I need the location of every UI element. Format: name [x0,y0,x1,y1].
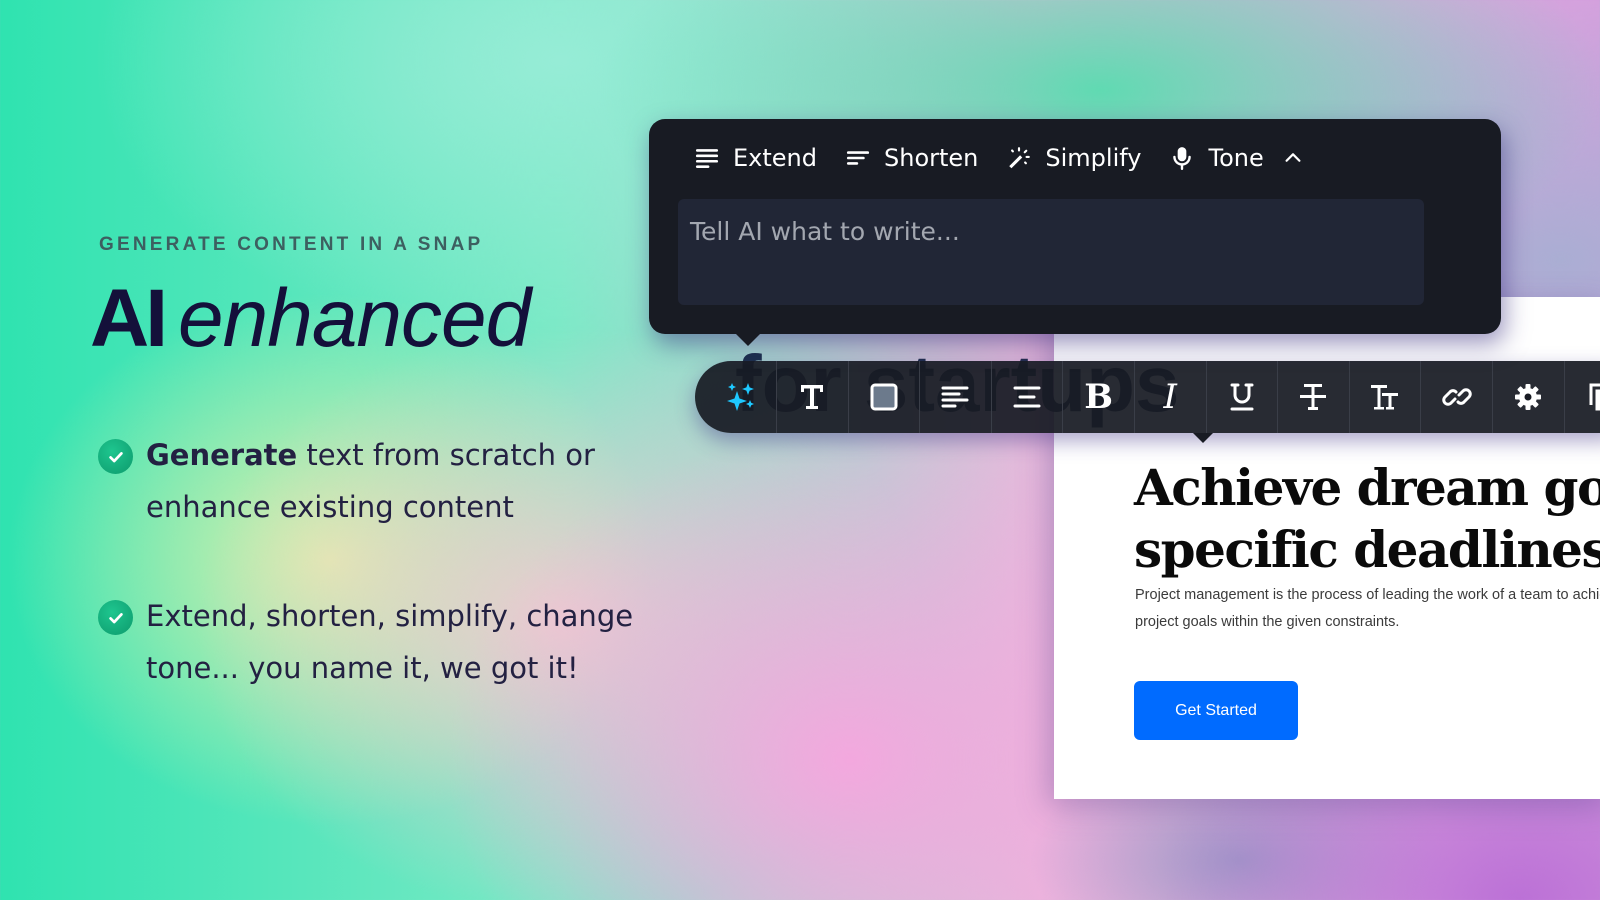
feature-text: Generate text from scratch or enhance ex… [146,429,646,533]
headline-strong: AI [90,273,168,364]
feature-item: Generate text from scratch or enhance ex… [98,437,646,533]
check-circle-icon [98,600,133,635]
strikethrough-icon [1300,384,1327,410]
settings-button[interactable] [1493,361,1565,433]
bold-icon: B [1084,377,1114,417]
page-body-text[interactable]: Project management is the process of lea… [1135,582,1600,636]
ai-prompt-popup: Extend Shorten Simplify Tone [649,119,1501,346]
underline-button[interactable] [1207,361,1279,433]
tone-dropdown[interactable]: Tone [1169,144,1264,172]
font-size-icon [1371,385,1399,410]
extend-button[interactable]: Extend [694,144,817,172]
underline-icon [1230,383,1254,411]
bold-button[interactable]: B [1063,361,1135,433]
simplify-label: Simplify [1045,144,1142,172]
feature-rest: Extend, shorten, simplify, change tone..… [146,599,634,685]
background-color-button[interactable] [849,361,921,433]
feature-text: Extend, shorten, simplify, change tone..… [146,590,646,694]
headline-light: enhanced [178,273,531,364]
italic-button[interactable]: I [1135,361,1207,433]
align-short-icon [846,151,870,165]
strikethrough-button[interactable] [1278,361,1350,433]
align-justify-icon [695,149,719,168]
feature-item: Extend, shorten, simplify, change tone..… [98,598,646,694]
page-heading[interactable]: Achieve dream goals specific deadlines. [1134,457,1600,581]
align-center-icon [1013,386,1041,408]
ai-action-bar: Extend Shorten Simplify Tone [694,139,1304,177]
sparkles-icon [726,383,754,411]
simplify-button[interactable]: Simplify [1006,144,1141,172]
shorten-button[interactable]: Shorten [845,144,978,172]
extend-label: Extend [733,144,817,172]
ai-sparkles-button[interactable] [695,361,777,433]
chevron-up-icon[interactable] [1282,147,1304,169]
align-center-button[interactable] [992,361,1064,433]
italic-icon: I [1163,377,1177,417]
color-square-icon [870,383,898,411]
font-size-button[interactable] [1350,361,1422,433]
magic-wand-icon [1009,147,1031,169]
copy-icon [1589,383,1600,411]
link-icon [1441,388,1472,406]
link-button[interactable] [1421,361,1493,433]
ai-prompt-input[interactable] [678,199,1424,305]
page-heading-line-2[interactable]: specific deadlines. [1134,519,1600,581]
eyebrow-text: GENERATE CONTENT IN A SNAP [99,234,484,255]
duplicate-button[interactable] [1565,361,1600,433]
align-left-icon [941,386,969,408]
text-style-button[interactable] [777,361,849,433]
page-heading-line-1[interactable]: Achieve dream goals [1134,457,1600,519]
get-started-button[interactable]: Get Started [1134,681,1298,740]
tone-label: Tone [1208,144,1264,172]
check-circle-icon [98,439,133,474]
format-toolbar: B I [695,361,1600,443]
gear-icon [1515,384,1542,410]
microphone-icon [1173,147,1192,171]
hero-headline: AI enhanced [90,278,531,360]
feature-bold: Generate [146,438,298,472]
text-t-icon [801,385,824,409]
align-left-button[interactable] [920,361,992,433]
shorten-label: Shorten [884,144,979,172]
